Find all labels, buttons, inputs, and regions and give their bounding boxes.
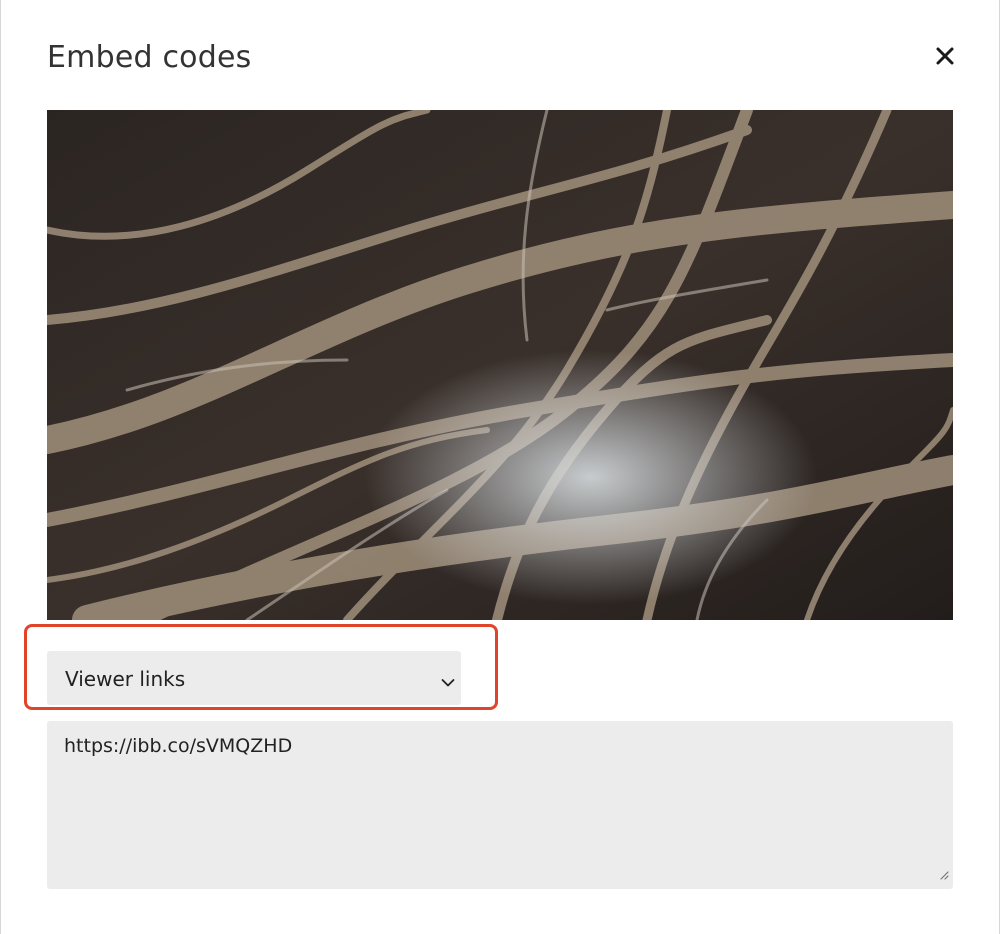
embed-format-selected: Viewer links — [65, 667, 186, 691]
close-button[interactable] — [931, 42, 959, 70]
resize-grip-icon[interactable] — [939, 863, 949, 885]
embed-code-text: https://ibb.co/sVMQZHD — [64, 735, 293, 757]
image-preview — [47, 110, 953, 620]
chevron-down-icon — [441, 673, 455, 692]
aerial-river-image — [47, 110, 953, 620]
embed-code-textarea[interactable]: https://ibb.co/sVMQZHD — [47, 721, 953, 889]
embed-format-select[interactable]: Viewer links — [47, 651, 461, 705]
close-icon — [931, 42, 959, 70]
dialog-title: Embed codes — [47, 40, 252, 75]
embed-codes-dialog: Embed codes Viewer links https://ibb.co/… — [0, 0, 1000, 934]
